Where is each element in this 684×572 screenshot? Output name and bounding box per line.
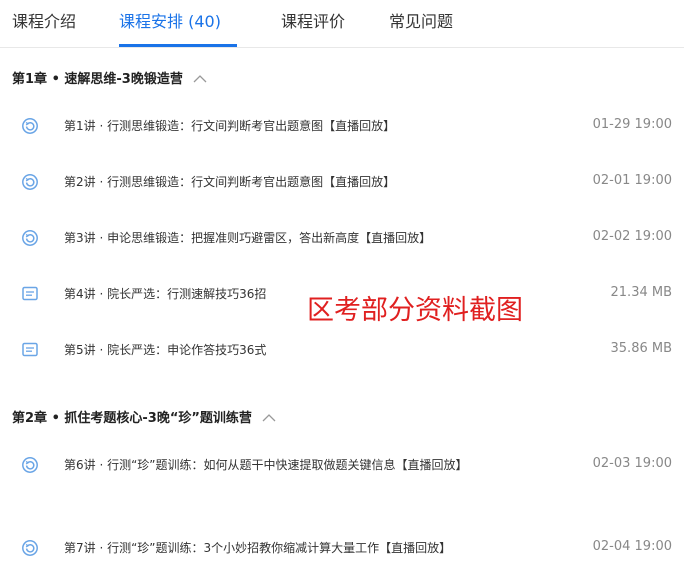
- lesson-time: 02-02 19:00: [592, 229, 672, 244]
- watermark-text: 区考部分资料截图: [307, 295, 523, 326]
- document-icon: [22, 286, 38, 301]
- replay-icon: [22, 118, 38, 134]
- lesson-title: 第3讲 · 申论思维锻造：把握准则巧避雷区，答出新高度【直播回放】: [64, 231, 432, 245]
- replay-icon: [22, 540, 38, 556]
- tab-course-schedule[interactable]: 课程安排 (40): [119, 11, 221, 33]
- chevron-up-icon[interactable]: [193, 74, 207, 83]
- replay-icon: [22, 457, 38, 473]
- tab-course-reviews[interactable]: 课程评价: [281, 11, 345, 33]
- active-tab-indicator: [119, 44, 237, 47]
- lesson-title: 第6讲 · 行测“珍”题训练：如何从题干中快速提取做题关键信息【直播回放】: [64, 458, 468, 472]
- chapter-2-header[interactable]: 第2章 • 抓住考题核心-3晚“珍”题训练营: [12, 409, 276, 429]
- lesson-title: 第7讲 · 行测“珍”题训练：3个小妙招教你缩减计算大量工作【直播回放】: [64, 541, 452, 555]
- chapter-1-header[interactable]: 第1章 • 速解思维-3晚锻造营: [12, 70, 207, 90]
- lesson-title: 第2讲 · 行测思维锻造：行文间判断考官出题意图【直播回放】: [64, 175, 396, 189]
- tab-course-intro[interactable]: 课程介绍: [12, 11, 76, 33]
- chapter-title: 第1章 • 速解思维-3晚锻造营: [12, 72, 183, 87]
- lesson-time: 02-03 19:00: [592, 456, 672, 471]
- lesson-file-size: 35.86 MB: [610, 341, 672, 356]
- lesson-time: 02-01 19:00: [592, 173, 672, 188]
- lesson-title: 第1讲 · 行测思维锻造：行文间判断考官出题意图【直播回放】: [64, 119, 396, 133]
- document-icon: [22, 342, 38, 357]
- lesson-time: 01-29 19:00: [592, 117, 672, 132]
- tab-faq[interactable]: 常见问题: [389, 11, 453, 33]
- course-tabs: 课程介绍 课程安排 (40) 课程评价 常见问题: [0, 0, 684, 48]
- lesson-time: 02-04 19:00: [592, 539, 672, 554]
- replay-icon: [22, 230, 38, 246]
- lesson-file-size: 21.34 MB: [610, 285, 672, 300]
- lesson-title: 第5讲 · 院长严选：申论作答技巧36式: [64, 343, 267, 357]
- chapter-title: 第2章 • 抓住考题核心-3晚“珍”题训练营: [12, 411, 252, 426]
- replay-icon: [22, 174, 38, 190]
- chevron-up-icon[interactable]: [262, 413, 276, 422]
